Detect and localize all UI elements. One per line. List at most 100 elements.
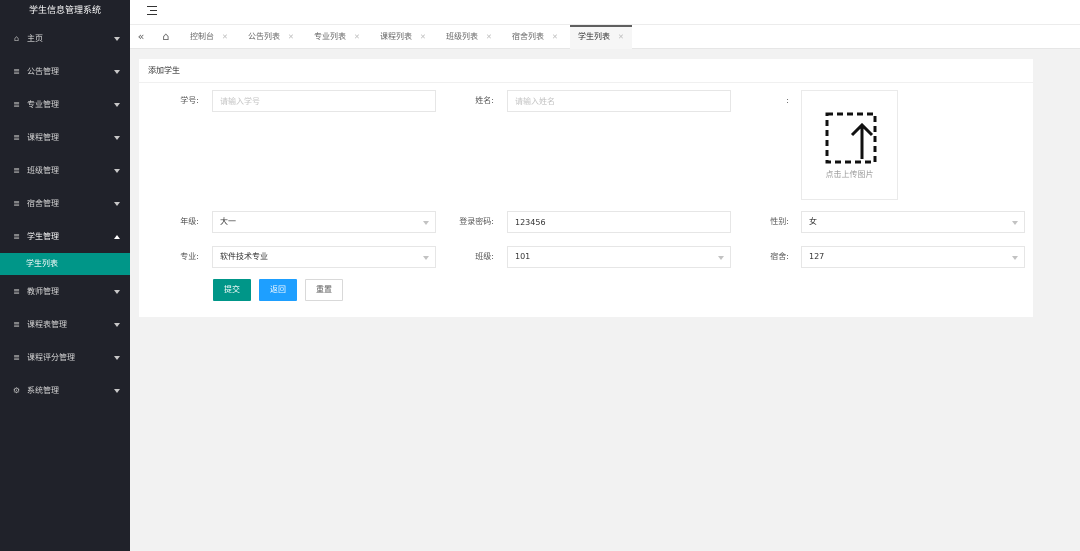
sidebar-item-grading[interactable]: ≣ 课程评分管理 bbox=[0, 341, 130, 374]
dorm-value: 127 bbox=[809, 252, 825, 261]
password-label: 登录密码: bbox=[459, 217, 494, 226]
sidebar-item-home[interactable]: ⌂ 主页 bbox=[0, 22, 130, 55]
tab-label: 公告列表 bbox=[248, 32, 280, 41]
gender-select[interactable]: 女 bbox=[801, 211, 1025, 233]
name-input[interactable] bbox=[507, 90, 731, 112]
tab-bar: « ⌂ 控制台 ✕ 公告列表 ✕ 专业列表 ✕ 课程列表 ✕ 班级列表 ✕ 宿舍列表 ✕ 学… bbox=[130, 24, 1080, 49]
close-icon[interactable]: ✕ bbox=[486, 33, 492, 41]
tab-label: 班级列表 bbox=[446, 32, 478, 41]
list-icon: ≣ bbox=[13, 232, 20, 241]
submit-button[interactable]: 提交 bbox=[213, 279, 251, 301]
tab-dorm-list[interactable]: 宿舍列表 ✕ bbox=[504, 25, 566, 49]
chevron-down-icon bbox=[423, 221, 429, 225]
sidebar-item-label: 课程评分管理 bbox=[27, 353, 75, 362]
close-icon[interactable]: ✕ bbox=[222, 33, 228, 41]
app-title: 学生信息管理系统 bbox=[28, 6, 101, 16]
sidebar-item-majors[interactable]: ≣ 专业管理 bbox=[0, 88, 130, 121]
gender-label: 性别: bbox=[770, 217, 789, 226]
dorm-select[interactable]: 127 bbox=[801, 246, 1025, 268]
upload-icon bbox=[825, 112, 877, 164]
chevron-down-icon bbox=[114, 168, 120, 173]
student-no-label: 学号: bbox=[180, 96, 199, 105]
sidebar-item-label: 课程管理 bbox=[27, 133, 59, 142]
class-select[interactable]: 101 bbox=[507, 246, 731, 268]
sidebar-item-label: 系统管理 bbox=[27, 386, 59, 395]
dorm-label: 宿舍: bbox=[770, 252, 789, 261]
student-no-input[interactable] bbox=[212, 90, 436, 112]
tab-label: 控制台 bbox=[190, 32, 214, 41]
list-icon: ≣ bbox=[13, 67, 20, 76]
sidebar-item-students[interactable]: ≣ 学生管理 bbox=[0, 220, 130, 253]
sidebar-item-label: 班级管理 bbox=[27, 166, 59, 175]
chevron-down-icon bbox=[114, 36, 120, 41]
close-icon[interactable]: ✕ bbox=[618, 33, 624, 41]
chevron-down-icon bbox=[114, 201, 120, 206]
sidebar-item-teachers[interactable]: ≣ 教师管理 bbox=[0, 275, 130, 308]
sidebar: 学生信息管理系统 ⌂ 主页 ≣ 公告管理 ≣ 专业管理 ≣ 课程管理 ≣ 班级管… bbox=[0, 0, 130, 551]
upload-text: 点击上传图片 bbox=[825, 170, 874, 179]
add-student-card: 添加学生 学号: 姓名: : 点击上传图片 年级: 大一 登录密码: 性别: 女… bbox=[139, 59, 1033, 317]
class-label: 班级: bbox=[475, 252, 494, 261]
chevron-down-icon bbox=[718, 256, 724, 260]
photo-upload[interactable]: 点击上传图片 bbox=[801, 90, 898, 200]
sidebar-item-classes[interactable]: ≣ 班级管理 bbox=[0, 154, 130, 187]
close-icon[interactable]: ✕ bbox=[288, 33, 294, 41]
reset-button[interactable]: 重置 bbox=[305, 279, 343, 301]
list-icon: ≣ bbox=[13, 166, 20, 175]
tab-student-list[interactable]: 学生列表 ✕ bbox=[570, 25, 632, 49]
tab-course-list[interactable]: 课程列表 ✕ bbox=[372, 25, 434, 49]
chevron-down-icon bbox=[114, 102, 120, 107]
home-icon: ⌂ bbox=[13, 34, 20, 43]
tab-label: 课程列表 bbox=[380, 32, 412, 41]
home-tab-icon[interactable]: ⌂ bbox=[158, 25, 174, 49]
close-icon[interactable]: ✕ bbox=[354, 33, 360, 41]
major-label: 专业: bbox=[180, 252, 199, 261]
sidebar-item-label: 宿舍管理 bbox=[27, 199, 59, 208]
card-title: 添加学生 bbox=[139, 59, 1033, 83]
chevron-up-icon bbox=[114, 234, 120, 239]
sidebar-item-label: 公告管理 bbox=[27, 67, 59, 76]
major-select[interactable]: 软件技术专业 bbox=[212, 246, 436, 268]
sidebar-item-label: 课程表管理 bbox=[27, 320, 67, 329]
sidebar-item-courses[interactable]: ≣ 课程管理 bbox=[0, 121, 130, 154]
grade-select[interactable]: 大一 bbox=[212, 211, 436, 233]
close-icon[interactable]: ✕ bbox=[552, 33, 558, 41]
sidebar-subitem-student-list[interactable]: 学生列表 bbox=[0, 253, 130, 275]
list-icon: ≣ bbox=[13, 100, 20, 109]
list-icon: ≣ bbox=[13, 199, 20, 208]
tab-class-list[interactable]: 班级列表 ✕ bbox=[438, 25, 500, 49]
sidebar-item-label: 学生管理 bbox=[27, 232, 59, 241]
chevron-down-icon bbox=[423, 256, 429, 260]
chevron-down-icon bbox=[114, 69, 120, 74]
sidebar-item-system[interactable]: ⚙ 系统管理 bbox=[0, 374, 130, 407]
sidebar-item-dorms[interactable]: ≣ 宿舍管理 bbox=[0, 187, 130, 220]
back-button[interactable]: 返回 bbox=[259, 279, 297, 301]
gender-value: 女 bbox=[809, 217, 817, 226]
list-icon: ≣ bbox=[13, 133, 20, 142]
menu-fold-icon[interactable] bbox=[147, 6, 157, 16]
photo-label: : bbox=[786, 96, 789, 105]
tab-major-list[interactable]: 专业列表 ✕ bbox=[306, 25, 368, 49]
close-icon[interactable]: ✕ bbox=[420, 33, 426, 41]
tab-notice-list[interactable]: 公告列表 ✕ bbox=[240, 25, 302, 49]
chevron-down-icon bbox=[1012, 221, 1018, 225]
chevron-down-icon bbox=[114, 135, 120, 140]
list-icon: ≣ bbox=[13, 287, 20, 296]
top-header bbox=[130, 0, 1080, 24]
chevron-down-icon bbox=[114, 388, 120, 393]
sidebar-item-label: 主页 bbox=[27, 34, 43, 43]
list-icon: ≣ bbox=[13, 353, 20, 362]
name-label: 姓名: bbox=[475, 96, 494, 105]
list-icon: ≣ bbox=[13, 320, 20, 329]
password-input[interactable] bbox=[507, 211, 731, 233]
tab-label: 宿舍列表 bbox=[512, 32, 544, 41]
sidebar-item-label: 专业管理 bbox=[27, 100, 59, 109]
class-value: 101 bbox=[515, 252, 531, 261]
tabs-scroll-left-icon[interactable]: « bbox=[133, 25, 149, 49]
chevron-down-icon bbox=[114, 355, 120, 360]
sidebar-item-timetable[interactable]: ≣ 课程表管理 bbox=[0, 308, 130, 341]
grade-label: 年级: bbox=[180, 217, 199, 226]
chevron-down-icon bbox=[114, 322, 120, 327]
tab-dashboard[interactable]: 控制台 ✕ bbox=[182, 25, 236, 49]
sidebar-item-notices[interactable]: ≣ 公告管理 bbox=[0, 55, 130, 88]
